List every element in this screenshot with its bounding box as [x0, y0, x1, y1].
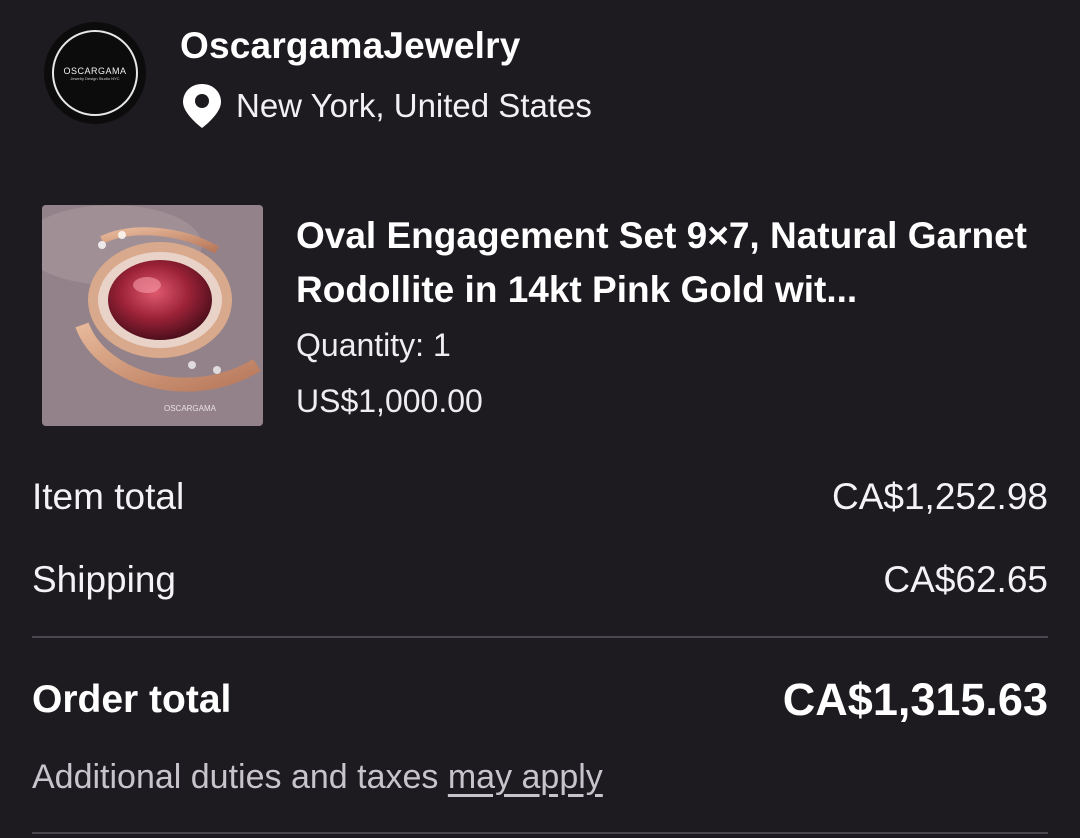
product-price: US$1,000.00: [296, 383, 483, 419]
divider-bottom: [32, 832, 1048, 834]
shop-header: OSCARGAMA Jewelry Design Studio NYC Osca…: [44, 22, 592, 130]
shop-logo-ring: OSCARGAMA Jewelry Design Studio NYC: [52, 30, 138, 116]
shop-logo[interactable]: OSCARGAMA Jewelry Design Studio NYC: [44, 22, 146, 124]
product-row[interactable]: OSCARGAMA Oval Engagement Set 9×7, Natur…: [42, 205, 1036, 426]
order-total-row: Order total CA$1,315.63: [32, 672, 1048, 728]
order-total-value: CA$1,315.63: [782, 674, 1048, 725]
shipping-value: CA$62.65: [883, 559, 1048, 600]
shipping-row: Shipping CA$62.65: [32, 558, 1048, 602]
divider: [32, 636, 1048, 638]
location-pin-icon: [180, 82, 224, 130]
duties-text: Additional duties and taxes: [32, 758, 448, 796]
ring-illustration: OSCARGAMA: [42, 205, 263, 426]
logo-text: OSCARGAMA: [63, 65, 127, 76]
item-total-value: CA$1,252.98: [831, 476, 1048, 517]
shop-name[interactable]: OscargamaJewelry: [180, 24, 592, 68]
shipping-label: Shipping: [32, 559, 177, 600]
may-apply-link[interactable]: may apply: [448, 758, 603, 796]
shop-info: OscargamaJewelry New York, United States: [180, 22, 592, 130]
logo-subtext: Jewelry Design Studio NYC: [70, 75, 120, 81]
item-total-row: Item total CA$1,252.98: [32, 475, 1048, 519]
image-watermark: OSCARGAMA: [164, 404, 217, 413]
shop-location: New York, United States: [180, 82, 592, 130]
shop-location-text: New York, United States: [236, 87, 592, 124]
product-title[interactable]: Oval Engagement Set 9×7, Natural Garnet …: [296, 209, 1036, 317]
item-total-label: Item total: [32, 476, 185, 517]
order-total-label: Order total: [32, 678, 232, 721]
product-quantity: Quantity: 1: [296, 327, 451, 363]
duties-note: Additional duties and taxes may apply: [32, 758, 603, 797]
product-details: Oval Engagement Set 9×7, Natural Garnet …: [296, 205, 1036, 426]
order-summary-page: OSCARGAMA Jewelry Design Studio NYC Osca…: [0, 0, 1080, 838]
product-image[interactable]: OSCARGAMA: [42, 205, 263, 426]
